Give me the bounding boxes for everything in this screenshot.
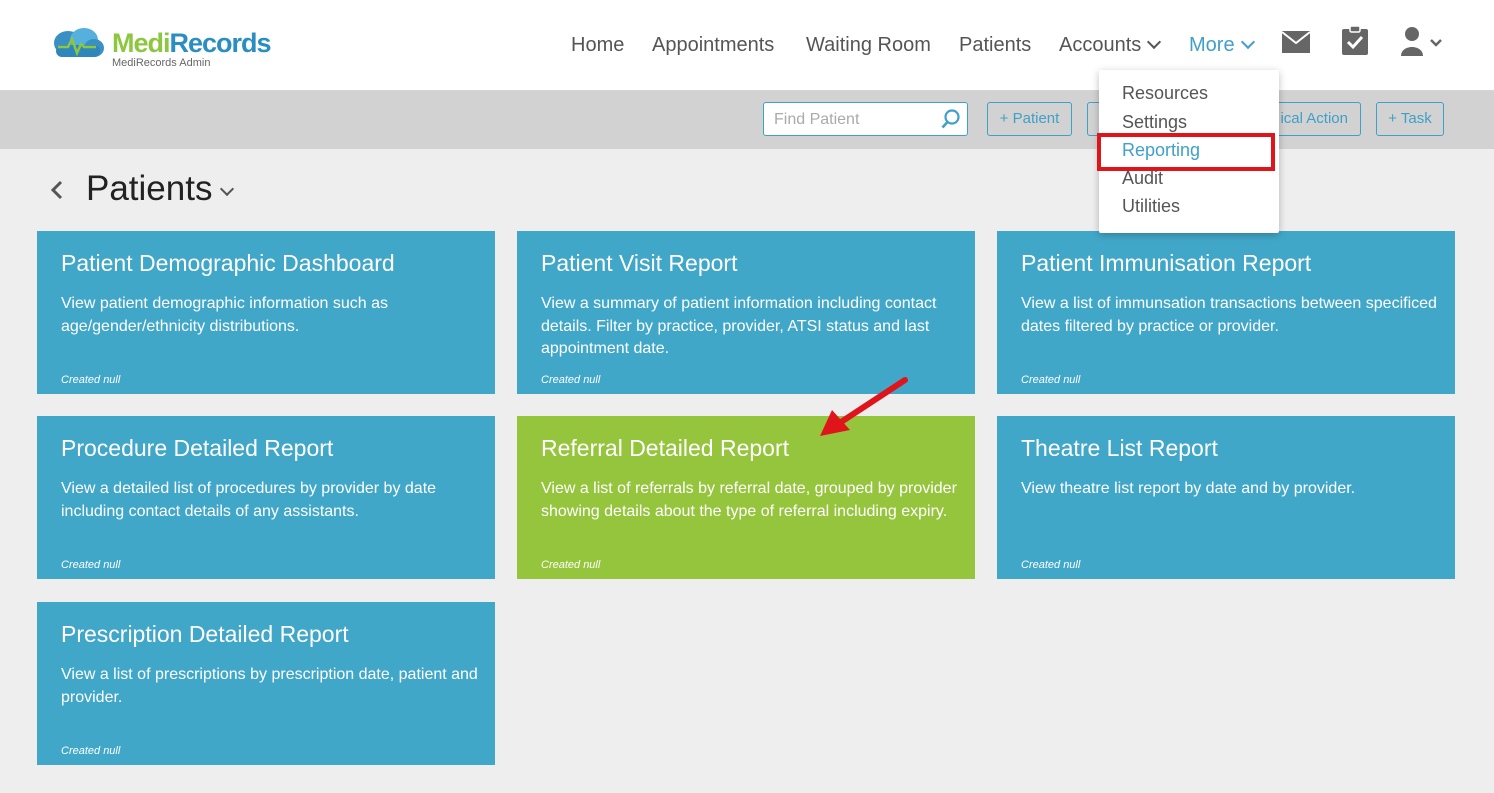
chevron-down-icon[interactable]: [219, 181, 235, 197]
nav-more-label: More: [1189, 34, 1235, 56]
brand-name-records: Records: [169, 28, 272, 58]
brand-name: MediRecords: [112, 28, 272, 58]
cloud-logo-icon: [54, 28, 104, 57]
card-title: Theatre List Report: [1021, 435, 1218, 461]
more-dropdown-menu: Resources Settings Reporting Audit Utili…: [1099, 70, 1279, 233]
nav-patients[interactable]: Patients: [959, 30, 1031, 60]
nav-home[interactable]: Home: [571, 30, 624, 60]
card-description: View a summary of patient information in…: [541, 295, 937, 357]
card-created: Created null: [61, 374, 121, 386]
report-card-theatre-list-report[interactable]: Theatre List Report View theatre list re…: [997, 416, 1455, 579]
card-created: Created null: [1021, 374, 1081, 386]
card-created: Created null: [541, 559, 601, 571]
add-patient-button[interactable]: + Patient: [987, 102, 1072, 136]
card-title: Patient Demographic Dashboard: [61, 250, 395, 276]
nav-accounts-label: Accounts: [1059, 34, 1142, 56]
brand-subtitle: MediRecords Admin: [112, 57, 211, 69]
chevron-down-icon: [1240, 34, 1255, 50]
clipboard-check-icon[interactable]: [1342, 26, 1368, 55]
card-created: Created null: [541, 374, 601, 386]
nav-appointments[interactable]: Appointments: [652, 30, 774, 60]
report-card-patient-demographic-dashboard[interactable]: Patient Demographic Dashboard View patie…: [37, 231, 495, 394]
menu-item-audit[interactable]: Audit: [1122, 166, 1163, 190]
search-icon[interactable]: [941, 109, 961, 129]
menu-item-utilities[interactable]: Utilities: [1122, 194, 1180, 218]
report-card-prescription-detailed-report[interactable]: Prescription Detailed Report View a list…: [37, 602, 495, 765]
brand-name-medi: Medi: [112, 28, 171, 58]
menu-item-settings[interactable]: Settings: [1122, 110, 1187, 134]
card-description: View a list of immunsation transactions …: [1021, 295, 1437, 335]
card-description: View a list of prescriptions by prescrip…: [61, 666, 478, 706]
menu-item-resources[interactable]: Resources: [1122, 81, 1208, 105]
user-icon[interactable]: [1400, 26, 1446, 56]
report-card-referral-detailed-report[interactable]: Referral Detailed Report View a list of …: [517, 416, 975, 579]
card-description: View a detailed list of procedures by pr…: [61, 480, 437, 520]
report-card-patient-immunisation-report[interactable]: Patient Immunisation Report View a list …: [997, 231, 1455, 394]
find-patient-input[interactable]: [772, 107, 941, 133]
card-description: View patient demographic information suc…: [61, 295, 388, 335]
mail-icon[interactable]: [1282, 31, 1310, 53]
card-title: Prescription Detailed Report: [61, 621, 349, 647]
chevron-left-icon[interactable]: [50, 180, 64, 200]
card-created: Created null: [61, 559, 121, 571]
page-title: Patients: [86, 169, 213, 208]
chevron-down-icon: [1147, 34, 1162, 50]
report-card-procedure-detailed-report[interactable]: Procedure Detailed Report View a detaile…: [37, 416, 495, 579]
card-description: View a list of referrals by referral dat…: [541, 480, 957, 520]
dropdown-caret: [1236, 60, 1256, 70]
card-created: Created null: [1021, 559, 1081, 571]
menu-item-reporting[interactable]: Reporting: [1122, 138, 1200, 162]
nav-more[interactable]: More: [1189, 30, 1255, 60]
nav-waiting-room[interactable]: Waiting Room: [806, 30, 931, 60]
add-task-button[interactable]: + Task: [1376, 102, 1444, 136]
report-card-patient-visit-report[interactable]: Patient Visit Report View a summary of p…: [517, 231, 975, 394]
card-description: View theatre list report by date and by …: [1021, 480, 1356, 497]
card-title: Referral Detailed Report: [541, 435, 790, 461]
card-title: Patient Visit Report: [541, 250, 738, 276]
nav-accounts[interactable]: Accounts: [1059, 30, 1162, 60]
medirecords-logo[interactable]: MediRecords MediRecords Admin: [48, 24, 288, 74]
find-patient-search: [763, 102, 968, 136]
card-created: Created null: [61, 745, 121, 757]
card-title: Patient Immunisation Report: [1021, 250, 1312, 276]
card-title: Procedure Detailed Report: [61, 435, 334, 461]
